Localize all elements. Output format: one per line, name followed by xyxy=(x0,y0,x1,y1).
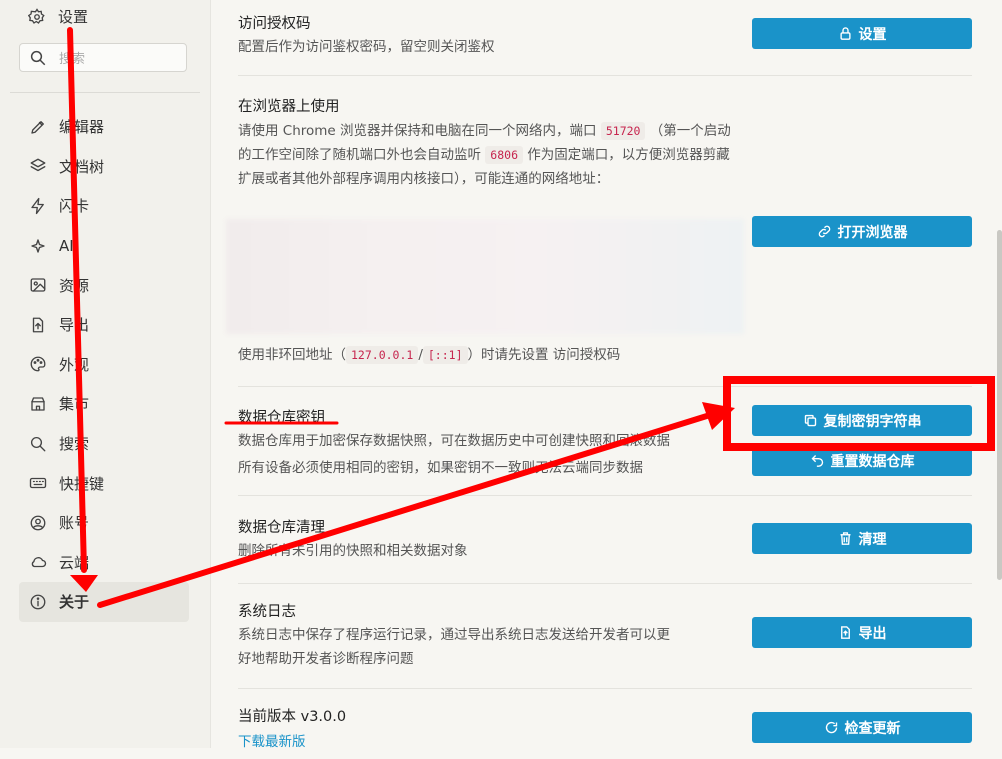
sidebar-item-bolt[interactable]: 闪卡 xyxy=(19,186,189,226)
reset-repo-button[interactable]: 重置数据仓库 xyxy=(752,445,972,476)
user-icon xyxy=(30,515,46,531)
sidebar-item-image[interactable]: 资源 xyxy=(19,265,189,305)
sidebar-item-pen[interactable]: 编辑器 xyxy=(19,107,189,147)
sidebar-item-info[interactable]: 关于 xyxy=(19,582,189,622)
sidebar-item-palette[interactable]: 外观 xyxy=(19,345,189,385)
sidebar-item-label: 关于 xyxy=(59,593,90,612)
search-icon xyxy=(30,50,46,65)
fixed-port-code: 6806 xyxy=(485,146,523,164)
lock-icon xyxy=(839,27,851,40)
copy-icon xyxy=(804,414,816,427)
sidebar-item-sparkle[interactable]: AI xyxy=(19,226,189,266)
bolt-icon xyxy=(31,197,44,215)
purge-button[interactable]: 清理 xyxy=(752,523,972,554)
version-title: 当前版本 v3.0.0 xyxy=(238,709,347,725)
sidebar-item-label: 外观 xyxy=(59,355,90,374)
sidebar-item-search[interactable]: 搜索 xyxy=(19,424,189,464)
sidebar-item-label: AI xyxy=(59,236,74,255)
section-title: 数据仓库清理 xyxy=(238,520,325,536)
sidebar-divider xyxy=(10,92,200,93)
keyboard-icon xyxy=(29,477,47,489)
blurred-address-list xyxy=(226,219,744,334)
sidebar-nav: 编辑器文档树闪卡 AI 资源导出外观集市搜索快捷键账号云端关于 xyxy=(19,107,189,622)
repo-key-warning: 所有设备必须使用相同的密钥，如果密钥不一致则无法云端同步数据 xyxy=(238,460,643,476)
image-icon xyxy=(30,278,46,292)
check-update-button[interactable]: 检查更新 xyxy=(752,712,972,743)
sidebar-item-label: 文档树 xyxy=(59,157,105,176)
browser-usage-section: 在浏览器上使用 请使用 Chrome 浏览器并保持和电脑在同一个网络内，端口 5… xyxy=(226,76,972,387)
section-desc: 请使用 Chrome 浏览器并保持和电脑在同一个网络内，端口 51720 （第一… xyxy=(238,122,731,187)
section-desc: 配置后作为访问鉴权密码，留空则关闭鉴权 xyxy=(238,39,495,55)
scrollbar[interactable] xyxy=(997,230,1002,580)
gear-icon xyxy=(28,7,45,24)
repo-purge-section: 数据仓库清理 删除所有未引用的快照和相关数据对象 清理 xyxy=(238,496,972,584)
search-icon xyxy=(30,436,46,451)
sidebar-item-label: 搜索 xyxy=(59,435,90,454)
loopback-note: 使用非环回地址（ 127.0.0.1/[::1] ）时请先设置 访问授权码 xyxy=(238,346,621,364)
system-log-section: 系统日志 系统日志中保存了程序运行记录，通过导出系统日志发送给开发者可以更 好地… xyxy=(238,584,972,689)
sidebar-item-export-file[interactable]: 导出 xyxy=(19,305,189,345)
section-title: 在浏览器上使用 xyxy=(238,99,340,115)
search-placeholder: 搜索 xyxy=(59,52,86,67)
section-title: 数据仓库密钥 xyxy=(238,410,325,426)
sidebar-item-user[interactable]: 账号 xyxy=(19,503,189,543)
section-title: 系统日志 xyxy=(238,604,296,620)
section-title: 访问授权码 xyxy=(238,16,311,32)
settings-header: 设置 xyxy=(28,6,88,27)
export-log-button[interactable]: 导出 xyxy=(752,617,972,648)
settings-title: 设置 xyxy=(58,8,89,26)
layers-icon xyxy=(30,158,46,172)
refresh-icon xyxy=(825,721,837,734)
port-code: 51720 xyxy=(600,122,646,140)
sidebar-item-label: 导出 xyxy=(59,316,90,335)
version-section: 当前版本 v3.0.0 下载最新版 检查更新 xyxy=(238,689,972,759)
sidebar-item-layers[interactable]: 文档树 xyxy=(19,147,189,187)
sidebar-item-label: 账号 xyxy=(59,514,90,533)
sidebar-item-label: 云端 xyxy=(59,553,90,572)
sparkle-icon xyxy=(31,238,45,253)
info-icon xyxy=(30,594,46,610)
undo-icon xyxy=(811,455,823,467)
repo-key-section: 数据仓库密钥 数据仓库用于加密保存数据快照，可在数据历史中可创建快照和回滚数据 … xyxy=(238,387,972,496)
sidebar-item-store[interactable]: 集市 xyxy=(19,384,189,424)
download-latest-link[interactable]: 下载最新版 xyxy=(238,730,306,750)
export-file-icon xyxy=(32,317,44,333)
store-icon xyxy=(31,397,45,411)
link-icon xyxy=(818,225,830,238)
sidebar-item-label: 资源 xyxy=(59,276,90,295)
copy-key-string-button[interactable]: 复制密钥字符串 xyxy=(752,405,972,436)
palette-icon xyxy=(30,356,46,372)
trash-icon xyxy=(840,532,850,545)
sidebar-item-cloud[interactable]: 云端 xyxy=(19,543,189,583)
sidebar-item-label: 集市 xyxy=(59,395,90,414)
section-desc: 删除所有未引用的快照和相关数据对象 xyxy=(238,543,468,559)
section-desc: 数据仓库用于加密保存数据快照，可在数据历史中可创建快照和回滚数据 xyxy=(238,433,670,449)
set-auth-code-button[interactable]: 设置 xyxy=(752,18,972,49)
sidebar-item-label: 闪卡 xyxy=(59,197,90,216)
open-browser-button[interactable]: 打开浏览器 xyxy=(752,216,972,247)
settings-sidebar: 设置 搜索 编辑器 文档树 闪卡 AI 资源 导出 外观 集市 搜索 快捷键 账号 云端 关于 xyxy=(0,0,211,748)
sidebar-item-label: 编辑器 xyxy=(59,118,105,137)
export-file-icon xyxy=(840,626,850,639)
sidebar-item-label: 快捷键 xyxy=(59,474,105,493)
section-desc: 系统日志中保存了程序运行记录，通过导出系统日志发送给开发者可以更 好地帮助开发者… xyxy=(238,627,670,667)
access-auth-section: 访问授权码 配置后作为访问鉴权密码，留空则关闭鉴权 设置 xyxy=(238,0,972,76)
search-input[interactable]: 搜索 xyxy=(19,43,187,72)
sidebar-item-keyboard[interactable]: 快捷键 xyxy=(19,463,189,503)
cloud-icon xyxy=(31,557,47,568)
pen-icon xyxy=(31,120,44,134)
